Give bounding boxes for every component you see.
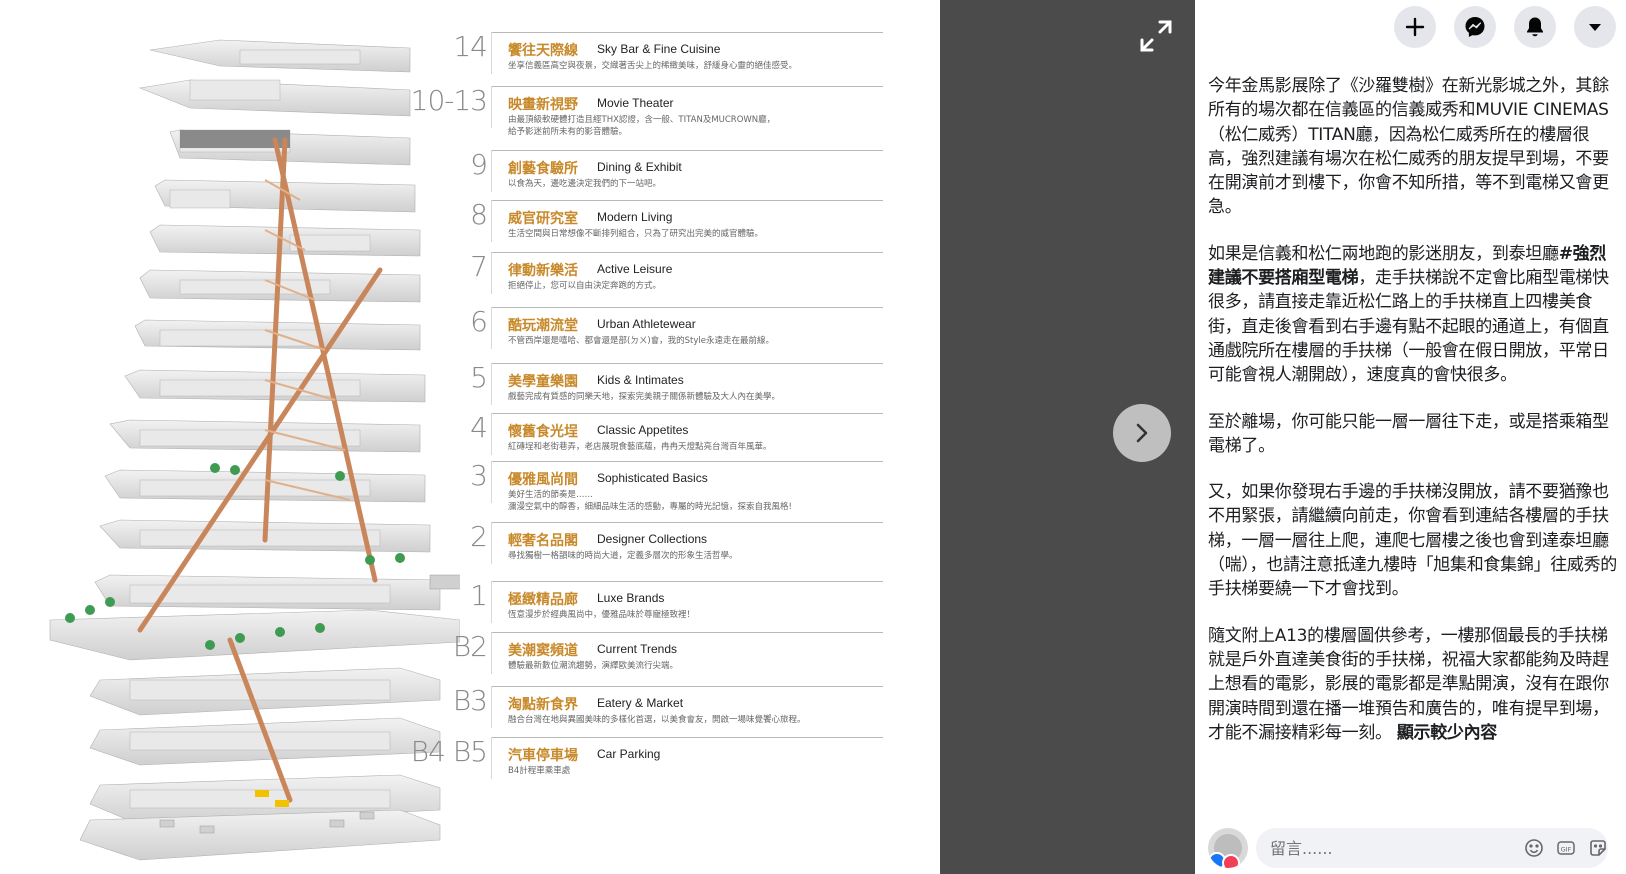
post-panel: 今年金馬影展除了《沙羅雙樹》在新光影城之外，其餘所有的場次都在信義區的信義威秀和… (1195, 0, 1626, 874)
photo-viewer: 14 饗往天際線 Sky Bar & Fine Cuisine 坐享信義區高空與… (0, 0, 1195, 874)
floor-number: 6 (470, 305, 488, 338)
bell-icon (1527, 17, 1543, 37)
floor-name-zh: 優雅風尚間 (508, 472, 578, 488)
post-paragraph: 如果是信義和松仁兩地跑的影迷朋友，到泰坦廳#強烈建議不要搭廂型電梯，走手扶梯說不… (1208, 243, 1609, 386)
floor-name-zh: 創藝食驗所 (508, 161, 578, 177)
floor-description: 戲藝完成有質感的同樂天地，探索完美親子關係新體驗及大人內在美學。 (508, 392, 781, 402)
emoji-icon[interactable] (1524, 838, 1544, 858)
floor-description: 紅磚埕和老街巷弄，老店展現食藝底蘊，冉冉天燈點亮台灣百年風華。 (508, 442, 772, 452)
love-reaction-icon (1222, 854, 1240, 868)
floor-name-zh: 律動新樂活 (508, 263, 578, 279)
floor-number: B4 B5 (410, 735, 488, 768)
post-paragraph: 今年金馬影展除了《沙羅雙樹》在新光影城之外，其餘所有的場次都在信義區的信義威秀和… (1208, 76, 1609, 218)
floor-name-en: Designer Collections (597, 532, 708, 546)
expand-icon[interactable] (1138, 18, 1174, 54)
floor-name-zh: 淘點新食界 (508, 697, 578, 713)
floor-number: 10-13 (410, 84, 488, 117)
floor-row-5: 5 美學童樂園 Kids & Intimates 戲藝完成有質感的同樂天地，探索… (395, 361, 895, 413)
account-menu-button[interactable] (1574, 6, 1616, 48)
post-paragraph: 隨文附上A13的樓層圖供參考，一樓那個最長的手扶梯就是戶外直達美食街的手扶梯，祝… (1208, 625, 1609, 743)
floor-name-en: Sophisticated Basics (597, 471, 708, 485)
floor-name-en: Dining & Exhibit (597, 160, 682, 174)
chevron-right-icon (1136, 423, 1148, 443)
floor-name-en: Active Leisure (597, 262, 673, 276)
floor-name-en: Kids & Intimates (597, 373, 684, 387)
messenger-button[interactable] (1454, 6, 1496, 48)
avatar[interactable] (1208, 828, 1248, 868)
post-paragraph: 又，如果你發現右手邊的手扶梯沒開放，請不要猶豫也不用緊張，請繼續向前走，你會看到… (1208, 482, 1617, 600)
floor-row-9: 9 創藝食驗所 Dining & Exhibit 以食為天，邊吃邊決定我們的下一… (395, 148, 895, 200)
floor-name-zh: 酷玩潮流堂 (508, 318, 578, 334)
notifications-button[interactable] (1514, 6, 1556, 48)
floor-name-en: Modern Living (597, 210, 673, 224)
floor-number: 4 (470, 411, 488, 444)
floor-row-2: 2 輕奢名品閣 Designer Collections 尋找獨樹一格韻味的時尚… (395, 520, 895, 572)
floor-row-4: 4 懷舊食光埕 Classic Appetites 紅磚埕和老街巷弄，老店展現食… (395, 411, 895, 463)
floor-name-zh: 美潮窦頻道 (508, 643, 578, 659)
floor-name-zh: 汽車停車場 (508, 748, 578, 764)
floor-description: 由最頂級軟硬體打造且經THX認證，含一般、TITAN及MUCROWN廳， 給予影… (508, 115, 776, 137)
floor-description: 拒絕停止，您可以自由決定奔跑的方式。 (508, 281, 662, 291)
sticker-icon[interactable] (1588, 838, 1608, 858)
floor-name-zh: 極緻精品廊 (508, 592, 578, 608)
floor-description: B4計程車乘車處 (508, 766, 571, 776)
floor-row-b3: B3 淘點新食界 Eatery & Market 融合台灣在地與異國美味的多樣化… (395, 684, 895, 736)
floor-description: 坐享信義區高空與夜景，交織著舌尖上的稀緻美味，舒緩身心靈的絕佳感受。 (508, 61, 798, 71)
caret-down-icon (1589, 24, 1601, 31)
floor-description: 尋找獨樹一格韻味的時尚大道，定義多層次的形象生活哲學。 (508, 551, 738, 561)
floor-description: 生活空間與日常想像不斷排列組合，只為了研究出完美的威官體驗。 (508, 229, 764, 239)
floor-number: 3 (470, 459, 488, 492)
floor-number: B3 (452, 684, 488, 717)
see-less-link[interactable]: 顯示較少內容 (1397, 723, 1498, 743)
floor-name-en: Eatery & Market (597, 696, 684, 710)
floor-name-zh: 美學童樂園 (508, 374, 578, 390)
floor-description: 融合台灣在地與異國美味的多樣化首選，以美食會友，開啟一場味覺饗心旅程。 (508, 715, 806, 725)
floor-number: 2 (470, 520, 488, 553)
post-text: 今年金馬影展除了《沙羅雙樹》在新光影城之外，其餘所有的場次都在信義區的信義威秀和… (1208, 74, 1618, 767)
floor-row-b4-b5: B4 B5 汽車停車場 Car Parking B4計程車乘車處 (395, 735, 895, 787)
floor-number: 14 (453, 30, 488, 63)
floor-name-en: Current Trends (597, 642, 678, 656)
floor-name-zh: 輕奢名品閣 (508, 533, 578, 549)
floor-name-zh: 饗往天際線 (508, 43, 578, 59)
floor-name-zh: 威官研究室 (508, 211, 578, 227)
messenger-icon (1465, 17, 1485, 37)
floor-number: B2 (452, 630, 488, 663)
floor-number: 1 (470, 579, 488, 612)
floor-row-b2: B2 美潮窦頻道 Current Trends 體驗最新數位潮流趨勢，演繹歐美流… (395, 630, 895, 682)
floor-row-10-13: 10-13 映畫新視野 Movie Theater 由最頂級軟硬體打造且經THX… (395, 84, 895, 137)
post-paragraph: 至於離場，你可能只能一層一層往下走，或是搭乘箱型電梯了。 (1208, 411, 1609, 456)
floor-description: 恆意漫步於經典風尚中，優雅品味於尊寵極致裡！ (508, 610, 696, 620)
next-photo-button[interactable] (1113, 404, 1171, 462)
floor-name-en: Sky Bar & Fine Cuisine (597, 42, 721, 56)
floor-row-6: 6 酷玩潮流堂 Urban Athletewear 不管西岸還是嘻哈、都會還是部… (395, 305, 895, 357)
floor-number: 5 (470, 361, 488, 394)
floor-name-en: Urban Athletewear (597, 317, 696, 331)
floor-name-zh: 懷舊食光埕 (508, 424, 578, 440)
gif-icon[interactable]: GIF (1556, 838, 1576, 858)
comment-composer: GIF (1208, 826, 1618, 870)
floor-name-en: Classic Appetites (597, 423, 689, 437)
floor-name-en: Luxe Brands (597, 591, 665, 605)
floor-number: 8 (470, 198, 488, 231)
floor-row-1: 1 極緻精品廊 Luxe Brands 恆意漫步於經典風尚中，優雅品味於尊寵極致… (395, 579, 895, 631)
floor-description: 以食為天，邊吃邊決定我們的下一站吧。 (508, 179, 662, 189)
plus-icon (1405, 17, 1425, 37)
floor-row-3: 3 優雅風尚間 Sophisticated Basics 美好生活的節奏是…… … (395, 459, 895, 512)
floor-description: 不管西岸還是嘻哈、都會還是部(ㄉㄨ)會，我的Style永遠走在最前線。 (508, 336, 774, 346)
svg-text:GIF: GIF (1561, 846, 1572, 854)
floor-number: 7 (470, 250, 488, 283)
floor-row-8: 8 威官研究室 Modern Living 生活空間與日常想像不斷排列組合，只為… (395, 198, 895, 250)
top-nav (1394, 6, 1616, 48)
floor-description: 美好生活的節奏是…… 瀰漫空氣中的醇香，細細品味生活的感動，專屬的時光記憶，探索… (508, 490, 792, 512)
floor-number: 9 (470, 148, 488, 181)
create-button[interactable] (1394, 6, 1436, 48)
floor-row-7: 7 律動新樂活 Active Leisure 拒絕停止，您可以自由決定奔跑的方式… (395, 250, 895, 302)
floor-name-en: Movie Theater (597, 96, 674, 110)
floor-name-en: Car Parking (597, 747, 661, 761)
floor-description: 體驗最新數位潮流趨勢，演繹歐美流行尖端。 (508, 661, 679, 671)
floor-row-14: 14 饗往天際線 Sky Bar & Fine Cuisine 坐享信義區高空與… (395, 30, 895, 82)
floor-name-zh: 映畫新視野 (508, 97, 578, 113)
floor-directory-image: 14 饗往天際線 Sky Bar & Fine Cuisine 坐享信義區高空與… (0, 0, 940, 874)
